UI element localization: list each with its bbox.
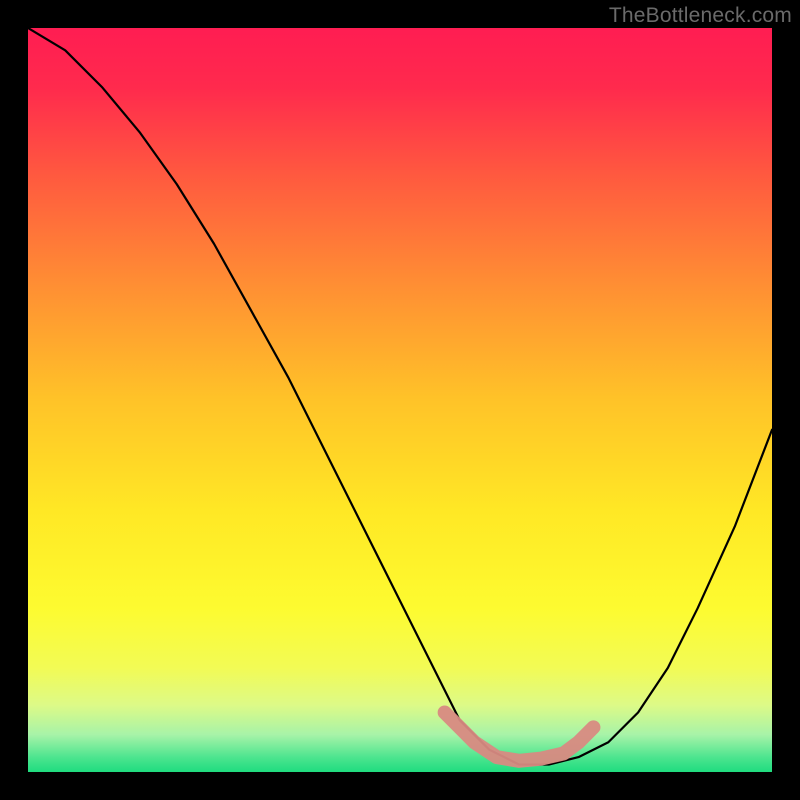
chart-frame: [28, 28, 772, 772]
watermark-text: TheBottleneck.com: [609, 4, 792, 28]
bottleneck-chart: [28, 28, 772, 772]
chart-background: [28, 28, 772, 772]
